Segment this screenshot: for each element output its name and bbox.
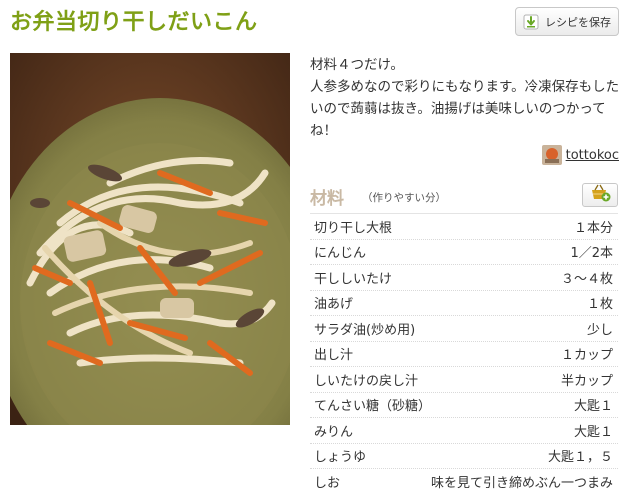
ingredient-quantity: 大匙１，５ xyxy=(547,450,613,466)
ingredient-row: 切り干し大根 １本分 xyxy=(310,214,618,240)
ingredient-row: しょうゆ 大匙１，５ xyxy=(310,444,618,469)
ingredient-row: 油あげ １枚 xyxy=(310,291,618,316)
ingredient-quantity: １カップ xyxy=(560,348,613,364)
save-recipe-label: レシピを保存 xyxy=(545,15,611,29)
add-to-shopping-list-button[interactable] xyxy=(582,183,618,207)
ingredient-quantity: 少し xyxy=(586,322,613,338)
ingredient-row: 出し汁 １カップ xyxy=(310,342,618,367)
ingredient-name: 切り干し大根 xyxy=(314,220,393,236)
ingredient-quantity: ３〜４枚 xyxy=(560,271,613,287)
author-info[interactable]: tottokoc xyxy=(541,145,619,165)
ingredient-row: しいたけの戻し汁 半カップ xyxy=(310,367,618,393)
ingredient-row: てんさい糖（砂糖） 大匙１ xyxy=(310,393,618,418)
ingredients-list: 切り干し大根 １本分にんじん 1／2本干ししいたけ ３〜４枚油あげ １枚サラダ油(炒め用… xyxy=(310,213,618,493)
recipe-title: お弁当切り干しだいこん xyxy=(10,10,258,35)
ingredient-row: しお 味を見て引き締めぶん一つまみ xyxy=(310,469,618,493)
ingredient-name: にんじん xyxy=(314,246,367,262)
ingredient-quantity: １本分 xyxy=(573,220,613,236)
recipe-description: 材料４つだけ。 人参多めなので彩りにもなります。冷凍保存もしたいので蒟蒻は抜き。… xyxy=(310,57,620,139)
ingredient-row: にんじん 1／2本 xyxy=(310,240,618,265)
ingredient-quantity: 大匙１ xyxy=(573,399,613,415)
ingredient-name: 油あげ xyxy=(314,297,354,313)
ingredient-row: サラダ油(炒め用) 少し xyxy=(310,316,618,342)
ingredients-title: 材料 xyxy=(310,189,344,209)
download-arrow-icon xyxy=(523,14,539,30)
ingredient-name: みりん xyxy=(314,424,354,440)
shopping-basket-add-icon xyxy=(589,184,611,206)
ingredient-name: しいたけの戻し汁 xyxy=(314,373,419,389)
ingredient-quantity: 半カップ xyxy=(560,373,613,389)
save-recipe-button[interactable]: レシピを保存 xyxy=(515,7,619,36)
recipe-photo xyxy=(10,53,290,425)
ingredient-name: しょうゆ xyxy=(314,450,367,466)
ingredient-name: サラダ油(炒め用) xyxy=(314,322,416,338)
ingredients-header: 材料 （作りやすい分） xyxy=(310,183,618,211)
ingredient-quantity: 大匙１ xyxy=(573,424,613,440)
recipe-page: お弁当切り干しだいこん レシピを保存 材料４つだけ。 人参多めなので彩りにもなり… xyxy=(0,0,633,493)
ingredient-name: 干ししいたけ xyxy=(314,271,393,287)
ingredient-name: しお xyxy=(314,475,341,491)
ingredient-quantity: 1／2本 xyxy=(570,246,613,262)
ingredient-name: 出し汁 xyxy=(314,348,354,364)
ingredient-quantity: 味を見て引き締めぶん一つまみ xyxy=(430,475,613,491)
author-avatar[interactable] xyxy=(541,145,562,165)
ingredient-name: てんさい糖（砂糖） xyxy=(314,399,432,415)
ingredient-row: 干ししいたけ ３〜４枚 xyxy=(310,265,618,291)
ingredients-serving: （作りやすい分） xyxy=(362,192,446,204)
ingredient-row: みりん 大匙１ xyxy=(310,418,618,444)
ingredient-quantity: １枚 xyxy=(586,297,613,313)
author-name-link[interactable]: tottokoc xyxy=(566,148,619,163)
